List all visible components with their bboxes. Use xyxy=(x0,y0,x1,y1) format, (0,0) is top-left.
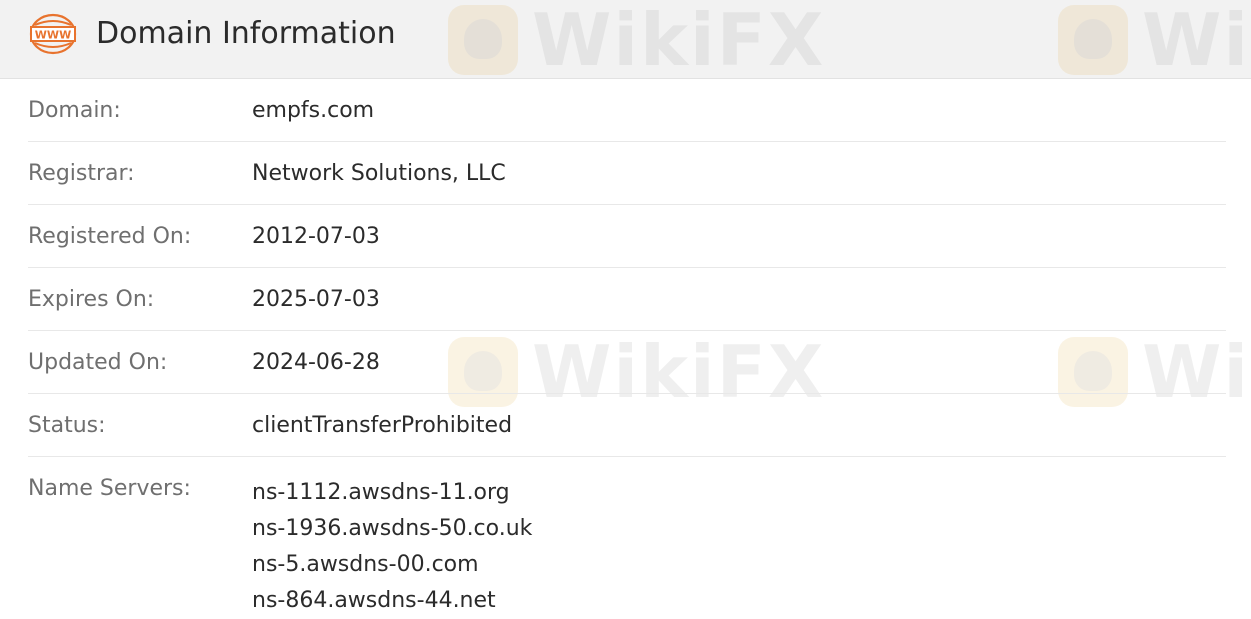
name-server-item: ns-1112.awsdns-11.org xyxy=(252,480,510,505)
info-label: Registrar: xyxy=(28,161,135,186)
page-title: Domain Information xyxy=(96,16,396,51)
info-row-registered-on: Registered On: 2012-07-03 xyxy=(28,205,1226,268)
info-row-status: Status: clientTransferProhibited xyxy=(28,394,1226,457)
info-row-name-servers: Name Servers: ns-1112.awsdns-11.org ns-1… xyxy=(28,457,1226,617)
info-value: Network Solutions, LLC xyxy=(252,161,506,186)
info-value: clientTransferProhibited xyxy=(252,413,513,438)
info-value: 2025-07-03 xyxy=(252,287,380,312)
info-label: Domain: xyxy=(28,98,121,123)
info-label: Registered On: xyxy=(28,224,192,249)
info-value: 2012-07-03 xyxy=(252,224,380,249)
name-server-list: ns-1112.awsdns-11.org ns-1936.awsdns-50.… xyxy=(252,475,532,619)
info-row-updated-on: Updated On: 2024-06-28 xyxy=(28,331,1226,394)
name-server-item: ns-5.awsdns-00.com xyxy=(252,552,479,577)
info-row-domain: Domain: empfs.com xyxy=(28,79,1226,142)
section-header: WWW Domain Information xyxy=(0,0,1251,79)
www-icon-text: WWW xyxy=(35,29,71,42)
info-value: empfs.com xyxy=(252,98,375,123)
domain-info-table: Domain: empfs.com Registrar: Network Sol… xyxy=(28,79,1226,617)
info-row-expires-on: Expires On: 2025-07-03 xyxy=(28,268,1226,331)
info-row-registrar: Registrar: Network Solutions, LLC xyxy=(28,142,1226,205)
info-label: Name Servers: xyxy=(28,476,191,501)
name-server-item: ns-864.awsdns-44.net xyxy=(252,588,496,613)
www-icon: WWW xyxy=(29,13,77,55)
info-label: Status: xyxy=(28,413,106,438)
info-value: 2024-06-28 xyxy=(252,350,380,375)
info-label: Updated On: xyxy=(28,350,168,375)
name-server-item: ns-1936.awsdns-50.co.uk xyxy=(252,516,533,541)
info-label: Expires On: xyxy=(28,287,155,312)
